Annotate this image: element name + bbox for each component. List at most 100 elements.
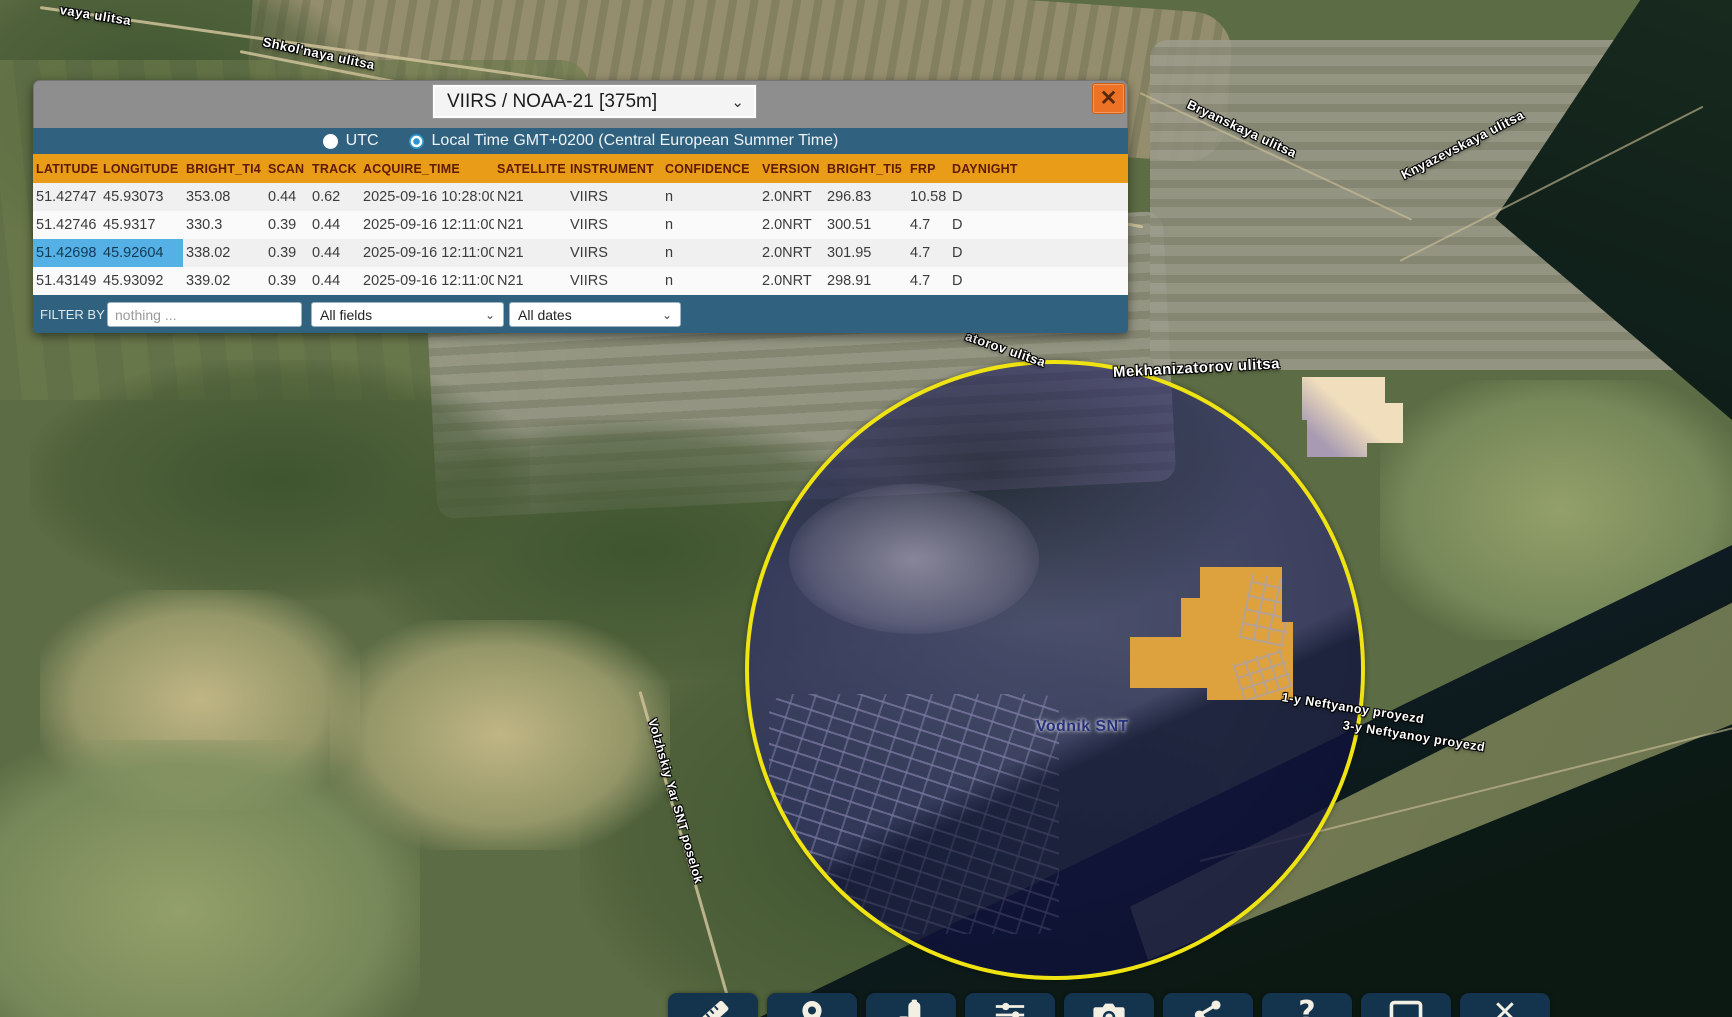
cell[interactable]: 300.51	[824, 211, 907, 239]
cell[interactable]: n	[662, 239, 759, 267]
col-header[interactable]: CONFIDENCE	[662, 154, 759, 183]
cell[interactable]: VIIRS	[567, 211, 662, 239]
cell[interactable]: D	[949, 211, 1128, 239]
cell[interactable]: 45.9317	[100, 211, 183, 239]
cell[interactable]: 4.7	[907, 267, 949, 295]
cell[interactable]: 330.3	[183, 211, 265, 239]
camera-tool-button[interactable]	[1064, 993, 1154, 1017]
cell[interactable]: N21	[494, 211, 567, 239]
filter-fields-select[interactable]: All fields ⌄	[311, 302, 504, 327]
measure-tool-button[interactable]	[668, 993, 758, 1017]
table-row[interactable]: 51.4274645.9317330.30.390.442025-09-16 1…	[33, 211, 1128, 239]
help-tool-button[interactable]: ?	[1262, 993, 1352, 1017]
share-tool-button[interactable]	[1163, 993, 1253, 1017]
cell[interactable]: 0.39	[265, 239, 309, 267]
col-header[interactable]: BRIGHT_TI5	[824, 154, 907, 183]
utc-radio-label[interactable]: UTC	[346, 132, 379, 150]
cell[interactable]: 51.42746	[33, 211, 100, 239]
cell[interactable]: 0.44	[309, 239, 360, 267]
col-header[interactable]: VERSION	[759, 154, 824, 183]
local-time-radio-label[interactable]: Local Time GMT+0200 (Central European Su…	[432, 132, 839, 150]
cell[interactable]: 2025-09-16 12:11:00	[360, 211, 494, 239]
local-time-radio[interactable]	[409, 134, 424, 149]
cell[interactable]: 4.7	[907, 239, 949, 267]
cell[interactable]: 51.42747	[33, 183, 100, 211]
cell[interactable]: 45.93092	[100, 267, 183, 295]
table-row[interactable]: 51.4274745.93073353.080.440.622025-09-16…	[33, 183, 1128, 211]
utc-radio[interactable]	[323, 134, 338, 149]
cell[interactable]: 2.0NRT	[759, 183, 824, 211]
cell[interactable]: 2.0NRT	[759, 211, 824, 239]
close-tool-button[interactable]: ✕	[1460, 993, 1550, 1017]
cell[interactable]: 51.43149	[33, 267, 100, 295]
table-row-selected[interactable]: 51.4269845.92604338.020.390.442025-09-16…	[33, 239, 1128, 267]
marker-tool-button[interactable]	[767, 993, 857, 1017]
cell[interactable]: 0.39	[265, 267, 309, 295]
col-header[interactable]: FRP	[907, 154, 949, 183]
cell[interactable]: 10.58	[907, 183, 949, 211]
col-header[interactable]: DAYNIGHT	[949, 154, 1128, 183]
cell[interactable]: D	[949, 267, 1128, 295]
map-urban-right	[1150, 40, 1690, 370]
cell[interactable]: 0.44	[309, 211, 360, 239]
cell[interactable]: 0.39	[265, 211, 309, 239]
sliders-tool-button[interactable]	[965, 993, 1055, 1017]
cell[interactable]: 298.91	[824, 267, 907, 295]
cell[interactable]: 2025-09-16 12:11:00	[360, 239, 494, 267]
col-header[interactable]: SCAN	[265, 154, 309, 183]
col-header[interactable]: SATELLITE	[494, 154, 567, 183]
cell[interactable]: 2025-09-16 10:28:00	[360, 183, 494, 211]
cell[interactable]: 2025-09-16 12:11:00	[360, 267, 494, 295]
cell-highlighted[interactable]: 45.92604	[100, 239, 183, 267]
cell-highlighted[interactable]: 51.42698	[33, 239, 100, 267]
cell[interactable]: 2.0NRT	[759, 267, 824, 295]
sensor-dropdown[interactable]: VIIRS / NOAA-21 [375m] ⌄	[433, 85, 756, 118]
share-icon	[1192, 998, 1224, 1017]
col-header[interactable]: BRIGHT_TI4	[183, 154, 265, 183]
col-header[interactable]: LATITUDE	[33, 154, 100, 183]
cell[interactable]: 339.02	[183, 267, 265, 295]
col-header[interactable]: ACQUIRE_TIME	[360, 154, 494, 183]
draw-rectangle-tool-button[interactable]	[1361, 993, 1451, 1017]
cell[interactable]: n	[662, 267, 759, 295]
panel-close-button[interactable]: ✕	[1092, 83, 1125, 114]
cell[interactable]: D	[949, 239, 1128, 267]
cell[interactable]: 0.44	[265, 183, 309, 211]
cell[interactable]: 4.7	[907, 211, 949, 239]
cell[interactable]: 0.44	[309, 267, 360, 295]
extinguisher-tool-button[interactable]	[866, 993, 956, 1017]
filter-text-input[interactable]	[107, 302, 302, 327]
col-header[interactable]: LONGITUDE	[100, 154, 183, 183]
map-viewport[interactable]: vaya ulitsa Shkol'naya ulitsa Bryanskaya…	[0, 0, 1732, 1017]
cell[interactable]: VIIRS	[567, 183, 662, 211]
cell[interactable]: D	[949, 183, 1128, 211]
cell[interactable]: 353.08	[183, 183, 265, 211]
chevron-down-icon: ⌄	[455, 308, 495, 322]
panel-header: VIIRS / NOAA-21 [375m] ⌄ ✕	[33, 80, 1128, 128]
cell[interactable]: 301.95	[824, 239, 907, 267]
map-road-bryanskaya	[1140, 92, 1413, 221]
fire-footprint-cream[interactable]	[1302, 377, 1403, 457]
sliders-icon	[993, 998, 1027, 1017]
cell[interactable]: VIIRS	[567, 267, 662, 295]
cell[interactable]: N21	[494, 267, 567, 295]
filter-dates-select[interactable]: All dates ⌄	[509, 302, 681, 327]
street-label: Bryanskaya ulitsa	[1185, 97, 1299, 161]
cell[interactable]: 45.93073	[100, 183, 183, 211]
cell[interactable]: N21	[494, 239, 567, 267]
col-header[interactable]: TRACK	[309, 154, 360, 183]
fire-data-panel: VIIRS / NOAA-21 [375m] ⌄ ✕ UTC Local Tim…	[33, 80, 1128, 333]
cell[interactable]: 338.02	[183, 239, 265, 267]
filter-fields-value: All fields	[320, 307, 372, 323]
cell[interactable]: n	[662, 183, 759, 211]
cell[interactable]: 0.62	[309, 183, 360, 211]
marker-icon	[796, 998, 828, 1017]
cell[interactable]: N21	[494, 183, 567, 211]
cell[interactable]: 2.0NRT	[759, 239, 824, 267]
cell[interactable]: 296.83	[824, 183, 907, 211]
table-row[interactable]: 51.4314945.93092339.020.390.442025-09-16…	[33, 267, 1128, 295]
cell[interactable]: VIIRS	[567, 239, 662, 267]
cell[interactable]: n	[662, 211, 759, 239]
sensor-dropdown-value: VIIRS / NOAA-21 [375m]	[447, 91, 657, 113]
col-header[interactable]: INSTRUMENT	[567, 154, 662, 183]
